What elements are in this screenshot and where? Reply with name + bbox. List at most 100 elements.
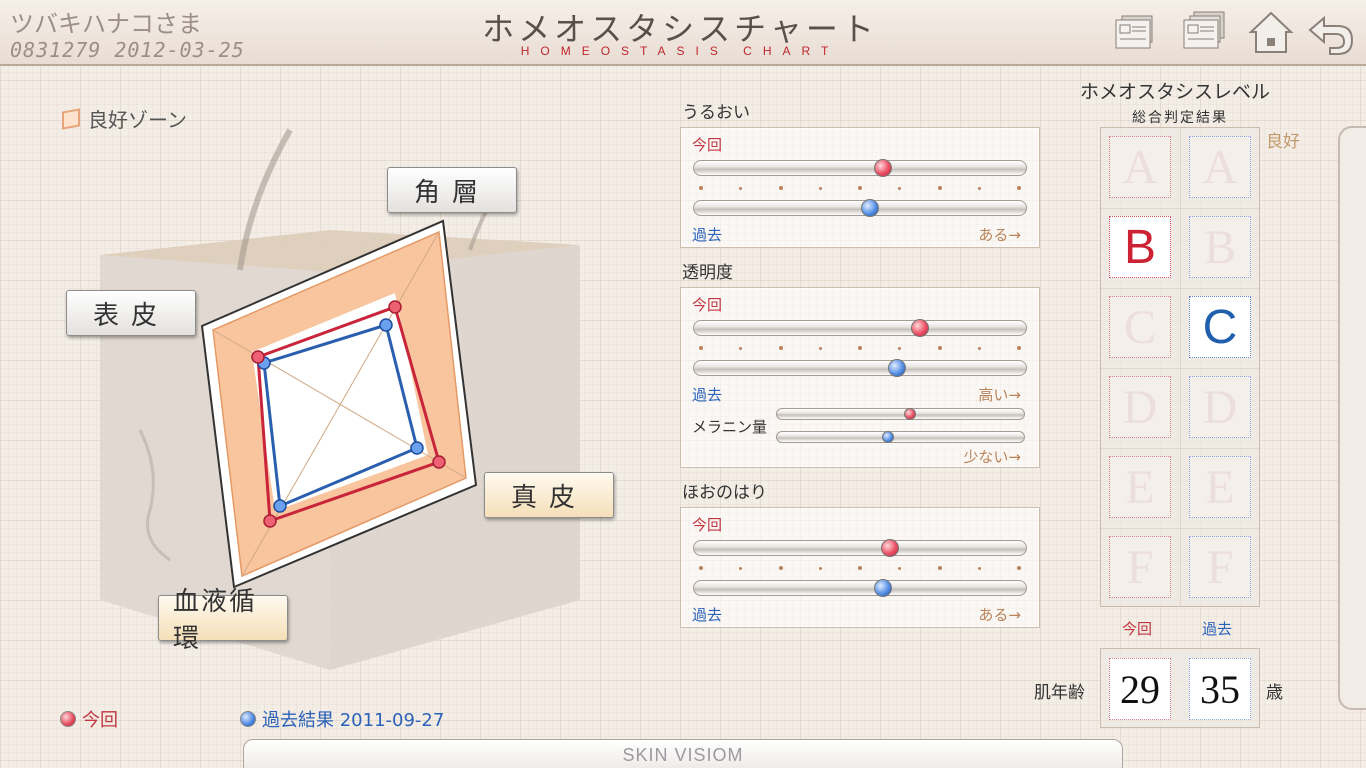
slider-knob[interactable] [882,431,895,443]
scale-dots [699,564,1021,572]
skin-age-suffix: 歳 [1266,683,1283,703]
slider-knob[interactable] [910,319,929,337]
slider-knob[interactable] [880,539,899,557]
slider-title-moisture: うるおい [682,103,750,123]
axis-label-stratum-corneum: 角層 [387,167,517,213]
now-label: 今回 [692,516,723,534]
axis-label-blood-circulation: 血液循環 [158,587,288,654]
scale-dot [1017,566,1021,570]
firmness-panel: 今回 過去 ある→ [680,507,1040,628]
side-panel-handle[interactable] [1338,126,1366,710]
clarity-past-slider[interactable] [693,359,1027,377]
grade-divider [1180,128,1181,606]
melanin-past-slider[interactable] [776,431,1025,443]
skin-age-now: 29 [1109,658,1171,720]
scale-dot [739,346,743,350]
scale-dot [937,346,942,350]
grade-cell-now-a: A [1109,136,1171,198]
axis-label-dermis: 真皮 [484,472,614,518]
scale-dot [818,566,822,570]
scale-dot [699,346,703,350]
now-label: 今回 [692,296,723,314]
scale-dot [898,566,902,570]
homeostasis-radar-chart [100,128,580,670]
grade-cell-past-a: A [1189,136,1251,198]
grade-cell-now-c: C [1109,296,1171,358]
slider-knob[interactable] [874,579,893,597]
grade-divider [1101,208,1259,209]
user-name: ツバキハナコさま [10,10,202,38]
scale-dot [818,186,822,190]
firmness-now-slider[interactable] [693,539,1027,557]
footer-bar: SKIN VISIOM [243,739,1123,768]
grade-cell-now-f: F [1109,536,1171,598]
page-subtitle: HOMEOSTASIS CHART [520,44,840,58]
back-button[interactable] [1306,10,1356,56]
user-id-date: 0831279 2012-03-25 [10,38,245,62]
skin-age-past: 35 [1189,658,1251,720]
scale-dot [739,186,743,190]
level-subtitle: 総合判定結果 [1132,110,1228,126]
print-one-button[interactable] [1112,10,1162,56]
clarity-now-slider[interactable] [693,319,1027,337]
home-button[interactable] [1246,10,1296,56]
skin-age-box: 29 35 [1100,648,1260,728]
grade-cell-past-c: C [1189,296,1251,358]
scale-dot [1017,346,1021,350]
print-many-icon [1183,11,1225,49]
scale-dot [739,566,743,570]
scale-dot [858,346,862,350]
legend-past: 過去結果 2011-09-27 [240,706,444,732]
scale-dot [977,346,981,350]
grade-cell-now-d: D [1109,376,1171,438]
grade-divider [1101,288,1259,289]
grade-cell-now-e: E [1109,456,1171,518]
axis-label-epidermis: 表皮 [66,290,196,336]
good-label: 良好 [1266,132,1300,152]
slider-knob[interactable] [874,159,893,177]
level-title: ホメオスタシスレベル [1080,81,1271,103]
grade-divider [1101,448,1259,449]
scale-dot [699,566,703,570]
header-bar: ツバキハナコさま 0831279 2012-03-25 ホメオスタシスチャート … [0,0,1366,66]
grade-cell-past-d: D [1189,376,1251,438]
grade-cell-past-f: F [1189,536,1251,598]
scale-dots [699,184,1021,192]
skin-age-label: 肌年齢 [1034,683,1085,703]
moisture-past-slider[interactable] [693,199,1027,217]
grade-cell-now-b: B [1109,216,1171,278]
scale-dots [699,344,1021,352]
past-dot-icon [240,711,256,727]
slider-knob[interactable] [860,199,879,217]
scale-dot [1017,186,1021,190]
grade-column-now: 今回 [1122,620,1153,638]
scale-dot [818,346,822,350]
moisture-panel: 今回 過去 ある→ [680,127,1040,248]
grade-column-past: 過去 [1202,620,1233,638]
melanin-end-label: 少ない→ [963,448,1021,466]
scale-dot [778,346,783,350]
slider-knob[interactable] [904,408,917,420]
scale-end-label: ある→ [978,226,1021,244]
scale-dot [898,186,902,190]
legend-now-label: 今回 [82,710,118,731]
scale-dot [937,186,942,190]
moisture-now-slider[interactable] [693,159,1027,177]
scale-end-label: ある→ [978,606,1021,624]
scale-dot [699,186,703,190]
slider-knob[interactable] [887,359,906,377]
now-label: 今回 [692,136,723,154]
melanin-now-slider[interactable] [776,408,1025,420]
print-one-icon [1115,15,1153,49]
scale-dot [858,186,862,190]
back-icon [1308,15,1354,55]
past-label: 過去 [692,606,723,624]
melanin-label: メラニン量 [692,418,768,436]
grade-cell-past-e: E [1189,456,1251,518]
grade-divider [1101,528,1259,529]
brand-logo: SKIN VISIOM [622,745,744,765]
grade-cell-past-b: B [1189,216,1251,278]
print-many-button[interactable] [1180,10,1230,56]
scale-dot [977,186,981,190]
firmness-past-slider[interactable] [693,579,1027,597]
